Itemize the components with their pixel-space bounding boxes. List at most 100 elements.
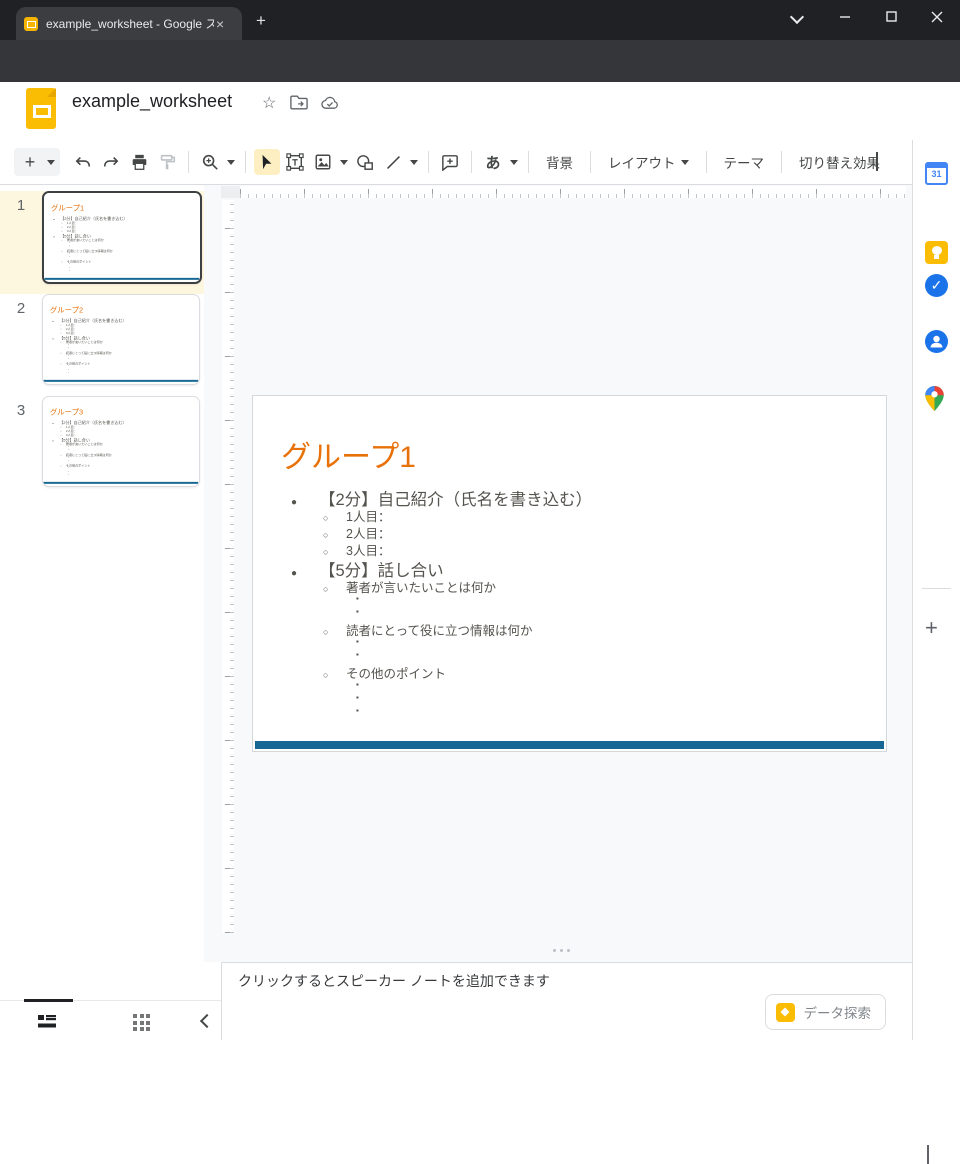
slide-number: 1 [0, 191, 42, 294]
image-caret-icon[interactable] [337, 149, 351, 175]
bullet-line: ▪ [43, 371, 199, 374]
browser-tab[interactable]: example_worksheet - Google スラ × [16, 7, 242, 40]
window-maximize-icon[interactable] [868, 0, 914, 33]
cloud-saved-icon[interactable] [320, 96, 339, 115]
browser-tab-bar: example_worksheet - Google スラ × + [0, 0, 960, 40]
horizontal-ruler [240, 186, 906, 198]
tasks-icon[interactable]: ✓ [925, 274, 948, 297]
slide-accent-bar [44, 278, 199, 280]
bullet-line: ○読者にとって役に立つ情報は何か [253, 620, 886, 637]
slide-canvas: グループ1 ●【2分】自己紹介（氏名を書き込む）○1人目：○2人目：○3人目：●【… [221, 185, 912, 962]
zoom-caret-icon[interactable] [224, 149, 238, 175]
slide-accent-bar [255, 741, 884, 749]
window-minimize-icon[interactable] [822, 0, 868, 33]
hide-menus-chevron-icon[interactable] [876, 152, 878, 170]
keep-icon[interactable] [925, 241, 948, 264]
slide-thumbnail[interactable]: グループ2 ●【2分】自己紹介（氏名を書き込む）○1人目：○2人目：○3人目：●【… [42, 294, 200, 385]
theme-button[interactable]: テーマ [714, 149, 775, 175]
bullet-line: ○その他のポイント [253, 663, 886, 680]
layout-label: レイアウト [608, 152, 676, 172]
app-header: example_worksheet ☆ ファイル 編集 表示 挿入 表示形式 ス… [0, 82, 960, 140]
bullet-line: ▪ [253, 650, 886, 663]
tab-close-icon[interactable]: × [216, 16, 224, 32]
window-close-icon[interactable] [914, 0, 960, 33]
document-title[interactable]: example_worksheet [72, 91, 232, 112]
slide-body: ●【2分】自己紹介（氏名を書き込む）○1人目：○2人目：○3人目：●【5分】話し… [43, 317, 199, 374]
bullet-line: ●【5分】話し合い [253, 557, 886, 577]
slide-thumbnail-content: グループ2 ●【2分】自己紹介（氏名を書き込む）○1人目：○2人目：○3人目：●【… [43, 295, 199, 382]
explore-button[interactable]: データ探索 [765, 994, 887, 1030]
new-slide-caret-icon [44, 149, 58, 175]
speaker-notes-panel[interactable]: クリックするとスピーカー ノートを追加できます データ探索 [221, 962, 912, 1040]
bullet-line: ●【2分】自己紹介（氏名を書き込む） [253, 486, 886, 506]
slides-logo-icon[interactable] [26, 88, 56, 129]
ruler-corner [221, 186, 240, 198]
calendar-icon[interactable]: 31 [925, 162, 948, 185]
transition-button[interactable]: 切り替え効果 [789, 149, 890, 175]
slide-body[interactable]: ●【2分】自己紹介（氏名を書き込む）○1人目：○2人目：○3人目：●【5分】話し… [253, 486, 886, 719]
slide-title: グループ2 [50, 304, 83, 315]
bullet-line: ▪ [43, 473, 199, 476]
zoom-icon[interactable] [197, 149, 223, 175]
slide-accent-bar [43, 482, 198, 484]
star-document-icon[interactable]: ☆ [262, 93, 276, 113]
maps-icon[interactable] [925, 386, 948, 409]
slide-body: ●【2分】自己紹介（氏名を書き込む）○1人目：○2人目：○3人目：●【5分】話し… [43, 419, 199, 476]
slide-thumbnail[interactable]: グループ3 ●【2分】自己紹介（氏名を書き込む）○1人目：○2人目：○3人目：●【… [42, 396, 200, 487]
slide-thumbnail-content: グループ3 ●【2分】自己紹介（氏名を書き込む）○1人目：○2人目：○3人目：●【… [43, 397, 199, 484]
insert-shape-icon[interactable] [352, 149, 378, 175]
slide-thumbnail[interactable]: グループ1●【2分】自己紹介（氏名を書き込む）○1人目：○2人目：○3人目：●【… [42, 191, 202, 284]
bullet-line: ▪ [253, 607, 886, 620]
move-folder-icon[interactable] [290, 95, 308, 115]
undo-icon[interactable] [70, 149, 96, 175]
grid-view-icon[interactable] [133, 1014, 150, 1031]
notes-placeholder[interactable]: クリックするとスピーカー ノートを追加できます [238, 971, 550, 991]
new-tab-button[interactable]: + [256, 12, 266, 29]
side-panel-divider [922, 588, 951, 589]
slide-editor[interactable]: グループ1 ●【2分】自己紹介（氏名を書き込む）○1人目：○2人目：○3人目：●【… [252, 395, 887, 752]
input-tools-button[interactable]: あ [480, 149, 506, 175]
select-tool-icon[interactable] [254, 149, 280, 175]
bullet-line: ▪ [253, 594, 886, 607]
bullet-line: ▪ [253, 680, 886, 693]
slide-thumbnail-row[interactable]: 1グループ1●【2分】自己紹介（氏名を書き込む）○1人目：○2人目：○3人目：●… [0, 191, 204, 294]
insert-comment-icon[interactable] [437, 149, 463, 175]
active-view-indicator [24, 999, 73, 1002]
slides-favicon [24, 17, 38, 31]
slide-title[interactable]: グループ1 [281, 432, 416, 476]
slide-title: グループ3 [50, 406, 83, 417]
window-chevron-icon[interactable] [774, 0, 820, 33]
tab-title: example_worksheet - Google スラ [46, 15, 214, 32]
slide-thumbnail-row[interactable]: 2 グループ2 ●【2分】自己紹介（氏名を書き込む）○1人目：○2人目：○3人目：●… [0, 294, 204, 397]
notes-resize-handle[interactable] [553, 949, 570, 952]
explore-icon [776, 1003, 795, 1022]
slide-number: 2 [0, 294, 42, 397]
text-box-icon[interactable] [282, 149, 308, 175]
bullet-line: ▪ [44, 269, 200, 272]
print-icon[interactable] [126, 149, 152, 175]
new-slide-button[interactable]: + [14, 148, 60, 176]
slide-accent-bar [43, 380, 198, 382]
bullet-line: ▪ [253, 637, 886, 650]
contacts-icon[interactable] [925, 330, 948, 353]
vertical-ruler [222, 200, 234, 933]
background-button[interactable]: 背景 [536, 149, 583, 175]
redo-icon[interactable] [98, 149, 124, 175]
slide-content: グループ1 ●【2分】自己紹介（氏名を書き込む）○1人目：○2人目：○3人目：●【… [253, 396, 886, 751]
bullet-line: ▪ [253, 706, 886, 719]
collapse-filmstrip-icon[interactable] [195, 1009, 219, 1033]
layout-button[interactable]: レイアウト [598, 149, 699, 175]
google-side-panel: 31 ✓ + [912, 140, 960, 1040]
collapse-side-panel-icon[interactable] [927, 1145, 929, 1163]
add-addon-icon[interactable]: + [925, 615, 938, 641]
insert-image-icon[interactable] [310, 149, 336, 175]
slide-number: 3 [0, 396, 42, 499]
slide-thumbnail-row[interactable]: 3 グループ3 ●【2分】自己紹介（氏名を書き込む）○1人目：○2人目：○3人目：●… [0, 396, 204, 499]
bullet-line: ○3人目： [253, 540, 886, 557]
filmstrip-view-icon[interactable] [37, 1013, 57, 1035]
insert-line-icon[interactable] [380, 149, 406, 175]
input-tools-caret-icon[interactable] [507, 149, 521, 175]
filmstrip-gap [204, 185, 221, 962]
bullet-line: ○著者が言いたいことは何か [253, 577, 886, 594]
line-caret-icon[interactable] [407, 149, 421, 175]
